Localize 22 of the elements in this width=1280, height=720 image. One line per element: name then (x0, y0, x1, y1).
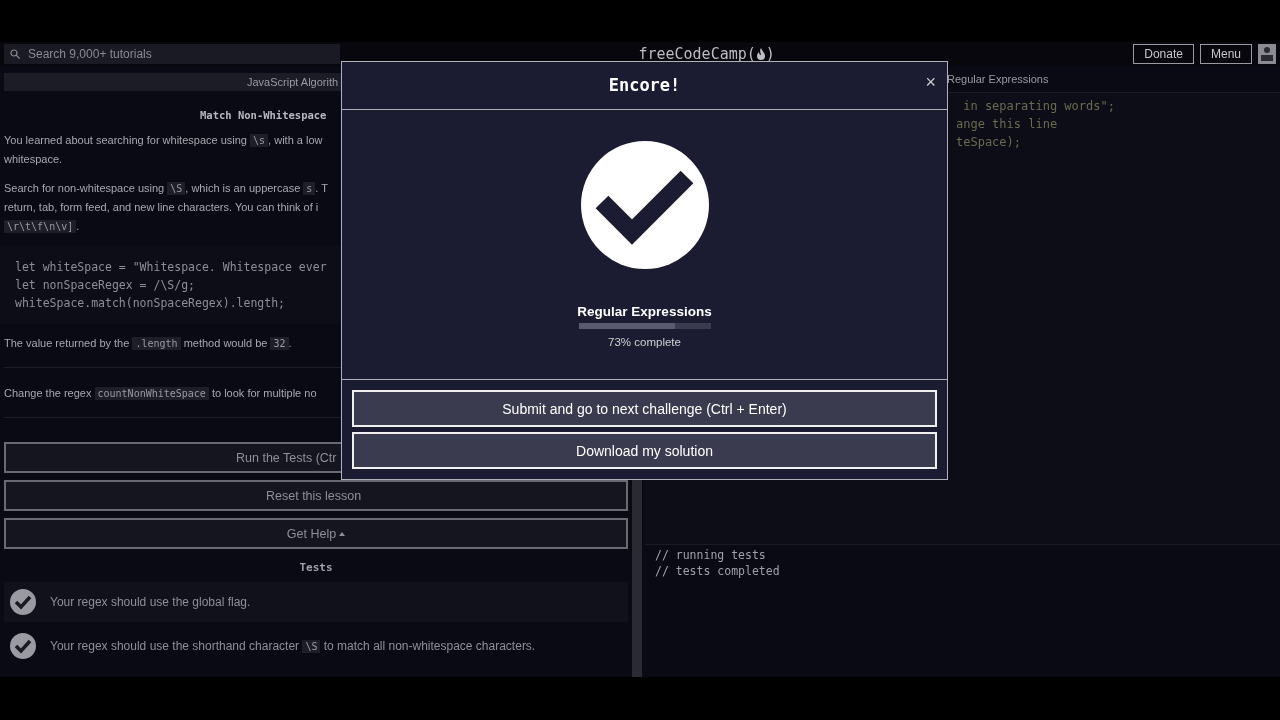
nav-button[interactable]: Menu (1199, 44, 1252, 64)
breadcrumb[interactable]: JavaScript Algorith (247, 76, 339, 88)
checkmark-icon (579, 139, 710, 270)
reset-button[interactable]: Reset this lesson (4, 480, 628, 511)
modal-title: Encore! (608, 75, 681, 96)
test-text: Your regex should use the shorthand character \S to match all non-whitespace characters. (50, 639, 536, 653)
avatar-icon[interactable] (1258, 44, 1276, 64)
tests-heading: Tests (298, 561, 334, 574)
test-text: Your regex should use the global flag. (50, 595, 251, 609)
breadcrumb[interactable]: Regular Expressions (947, 73, 1049, 85)
flame-icon (755, 48, 766, 60)
console-output: // running tests // tests completed (645, 544, 1280, 677)
search-field[interactable]: Search 9,000+ tutorials (4, 44, 340, 64)
search-icon (10, 49, 20, 59)
lesson-title: Match Non-Whitespace (200, 109, 328, 121)
download-button[interactable]: Download my solution (352, 432, 937, 469)
logo[interactable]: freeCodeCamp( ) (346, 45, 1128, 63)
nav-button[interactable]: Donate (1133, 44, 1194, 64)
caret-icon (339, 531, 346, 536)
get-help-button[interactable]: Get Help (4, 518, 628, 549)
submit-button[interactable]: Submit and go to next challenge (Ctrl + Enter) (352, 390, 937, 427)
close-button[interactable]: × (922, 72, 939, 93)
